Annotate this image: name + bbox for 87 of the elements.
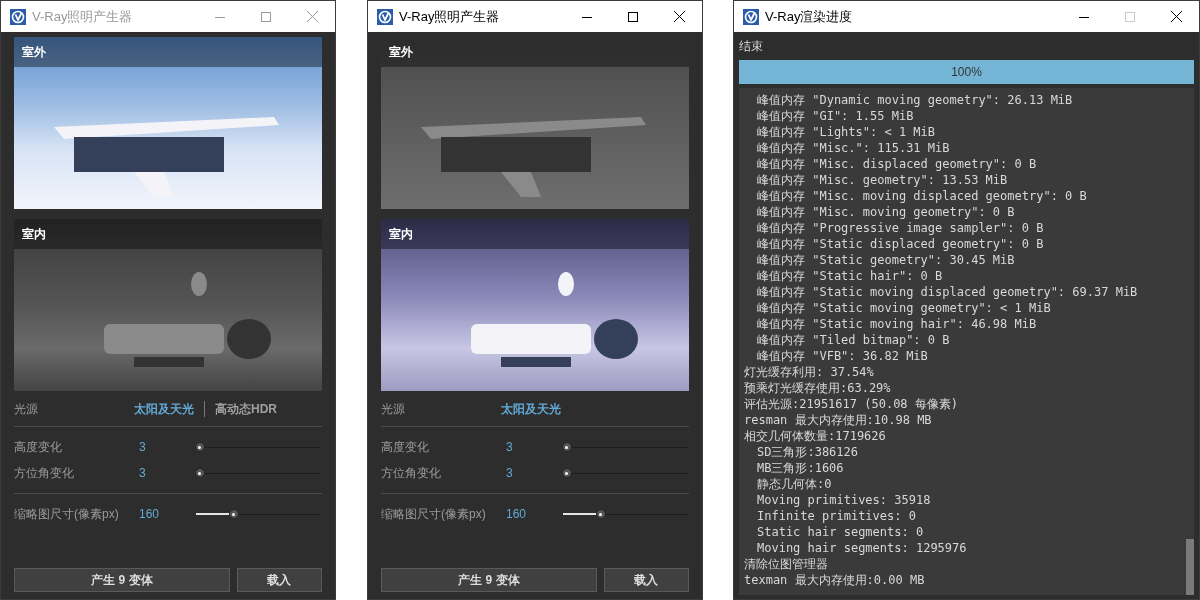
- slider-thumb[interactable]: [228, 509, 239, 519]
- slider-value: 3: [139, 439, 147, 456]
- close-icon: [306, 11, 318, 22]
- log-line: 峰值内存 "VFB": 36.82 MiB: [756, 348, 929, 364]
- window-title: V-Ray渲染进度: [765, 7, 854, 26]
- slider-thumb[interactable]: [194, 442, 205, 452]
- close-icon: [1170, 11, 1182, 22]
- preview-label: 室外: [389, 44, 413, 61]
- log-line: 峰值内存 "Misc. geometry": 13.53 MiB: [756, 172, 1009, 188]
- progress-percent: 100%: [950, 64, 983, 81]
- log-line: 评估光源:21951617 (50.08 每像素): [744, 396, 960, 412]
- log-line: Moving hair segments: 1295976: [756, 540, 968, 556]
- preview-label: 室外: [22, 44, 46, 61]
- log-line: 峰值内存 "Misc. moving displaced geometry": 0 B: [756, 188, 1088, 204]
- window-title: V-Ray照明产生器: [399, 7, 501, 26]
- log-line: 相交几何体数量:1719626: [744, 428, 887, 444]
- log-line: 峰值内存 "Static moving geometry": < 1 MiB: [756, 300, 1052, 316]
- slider-track[interactable]: [196, 441, 321, 453]
- log-line: 峰值内存 "Static hair": 0 B: [756, 268, 944, 284]
- log-line: MB三角形:1606: [756, 460, 845, 476]
- log-line: 峰值内存 "Static geometry": 30.45 MiB: [756, 252, 1016, 268]
- slider-label: 缩略图尺寸(像素px): [14, 506, 120, 523]
- log-line: SD三角形:386126: [756, 444, 860, 460]
- log-line: 峰值内存 "GI": 1.55 MiB: [756, 108, 915, 124]
- slider-value: 3: [139, 465, 147, 482]
- maximize-icon: [628, 11, 638, 22]
- preview-label: 室内: [22, 226, 46, 243]
- maximize-icon: [1125, 11, 1135, 22]
- slider-value: 3: [506, 439, 514, 456]
- status-text: 结束: [739, 38, 764, 55]
- log-line: Infinite primitives: 0: [756, 508, 917, 524]
- log-line: 灯光缓存利用: 37.54%: [744, 364, 875, 380]
- light-source-label: 光源: [14, 400, 39, 418]
- app-logo-icon: [743, 8, 759, 25]
- light-source-option[interactable]: 太阳及天光: [134, 399, 194, 418]
- slider-label: 高度变化: [381, 439, 430, 456]
- load-button[interactable]: 载入: [603, 568, 689, 592]
- log-line: 峰值内存 "Misc. moving geometry": 0 B: [756, 204, 1016, 220]
- slider-thumb[interactable]: [561, 468, 572, 478]
- slider-track[interactable]: [196, 508, 321, 520]
- render-preview[interactable]: 室外: [14, 37, 322, 209]
- generate-button[interactable]: 产生 9 变体: [14, 568, 230, 592]
- log-line: 峰值内存 "Static displaced geometry": 0 B: [756, 236, 1045, 252]
- slider-label: 方位角变化: [381, 465, 442, 482]
- light-source-label: 光源: [381, 400, 406, 418]
- render-preview[interactable]: 室内: [14, 219, 322, 391]
- log-line: resman 最大内存使用:10.98 MB: [744, 412, 933, 428]
- window-title: V-Ray照明产生器: [32, 7, 134, 26]
- slider-value: 160: [139, 506, 161, 523]
- slider-thumb[interactable]: [595, 509, 606, 519]
- light-source-option[interactable]: 高动态HDR: [215, 399, 277, 418]
- log-line: texman 最大内存使用:0.00 MB: [744, 572, 926, 588]
- slider-label: 方位角变化: [14, 465, 75, 482]
- log-line: 峰值内存 "Misc.": 115.31 MiB: [756, 140, 951, 156]
- log-line: 预乘灯光缓存使用:63.29%: [744, 380, 892, 396]
- close-icon: [673, 11, 685, 22]
- slider-label: 高度变化: [14, 439, 63, 456]
- log-line: 峰值内存 "Static moving hair": 46.98 MiB: [756, 316, 1038, 332]
- slider-track[interactable]: [563, 441, 688, 453]
- generate-button[interactable]: 产生 9 变体: [381, 568, 597, 592]
- log-line: Static hair segments: 0: [756, 524, 925, 540]
- log-line: 峰值内存 "Misc. displaced geometry": 0 B: [756, 156, 1038, 172]
- app-logo-icon: [10, 8, 26, 25]
- log-line: Moving primitives: 35918: [756, 492, 932, 508]
- preview-label: 室内: [389, 226, 413, 243]
- slider-value: 3: [506, 465, 514, 482]
- log-line: 峰值内存 "Static moving displaced geometry": 69.37 MiB: [756, 284, 1139, 300]
- log-line: 峰值内存 "Lights": < 1 MiB: [756, 124, 937, 140]
- app-logo-icon: [377, 8, 393, 25]
- slider-track[interactable]: [563, 467, 688, 479]
- log-line: 峰值内存 "Progressive image sampler": 0 B: [756, 220, 1045, 236]
- slider-thumb[interactable]: [561, 442, 572, 452]
- slider-label: 缩略图尺寸(像素px): [381, 506, 487, 523]
- scrollbar-thumb[interactable]: [1186, 539, 1194, 595]
- log-line: 清除位图管理器: [744, 556, 829, 572]
- render-preview[interactable]: 室内: [381, 219, 689, 391]
- slider-thumb[interactable]: [194, 468, 205, 478]
- load-button[interactable]: 载入: [236, 568, 322, 592]
- render-preview[interactable]: 室外: [381, 37, 689, 209]
- slider-track[interactable]: [196, 467, 321, 479]
- slider-track[interactable]: [563, 508, 688, 520]
- log-line: 峰值内存 "Tiled bitmap": 0 B: [756, 332, 951, 348]
- maximize-icon: [261, 11, 271, 22]
- log-line: 静态几何体:0: [756, 476, 833, 492]
- light-source-option[interactable]: 太阳及天光: [501, 399, 561, 418]
- slider-value: 160: [506, 506, 528, 523]
- log-line: 峰值内存 "Dynamic moving geometry": 26.13 MiB: [756, 92, 1074, 108]
